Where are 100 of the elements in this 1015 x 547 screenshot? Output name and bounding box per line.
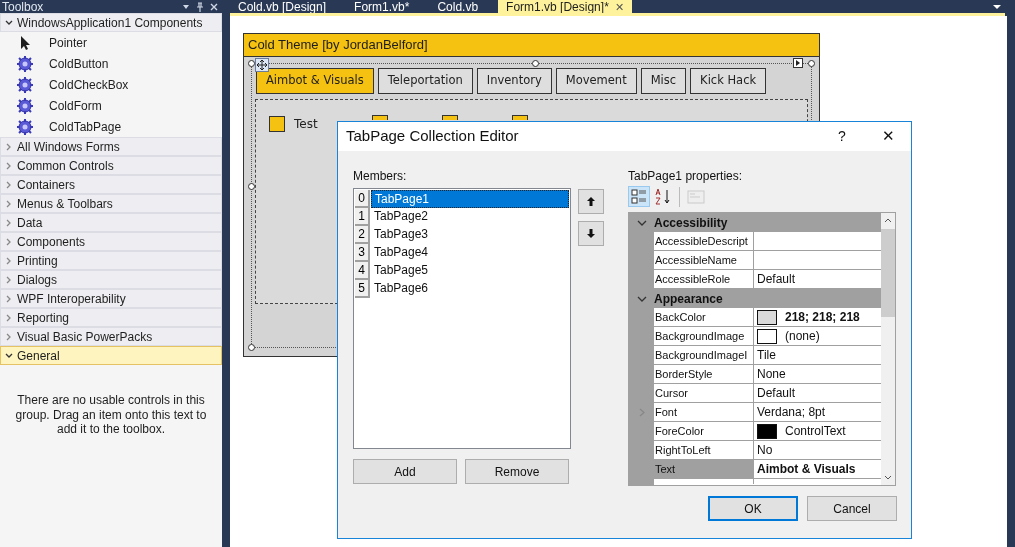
tab[interactable]: Aimbot & Visuals xyxy=(256,68,374,94)
resize-handle[interactable] xyxy=(532,60,539,67)
field-label: Members: xyxy=(353,168,408,185)
move-handle-icon[interactable] xyxy=(255,58,269,72)
checkbox[interactable] xyxy=(269,116,285,132)
list-item[interactable]: TabPage6 xyxy=(371,280,569,298)
property-value[interactable]: No xyxy=(757,441,773,459)
checkbox[interactable] xyxy=(371,115,388,120)
property-name[interactable]: RightToLeft xyxy=(654,441,754,459)
property-name[interactable]: Font xyxy=(654,403,754,421)
categorized-view-icon[interactable] xyxy=(628,186,650,207)
list-item[interactable]: TabPage4 xyxy=(371,244,569,262)
checkbox-label: Test xyxy=(294,116,318,133)
toolbox-group-header[interactable]: Reporting xyxy=(0,308,222,327)
scrollbar[interactable] xyxy=(881,213,895,485)
property-name[interactable]: BorderStyle xyxy=(654,365,754,383)
ok-button[interactable]: OK xyxy=(708,496,798,521)
dropdown-icon xyxy=(993,4,1001,10)
property-name[interactable]: Cursor xyxy=(654,384,754,402)
chevron-right-icon xyxy=(5,313,13,322)
list-item[interactable]: TabPage2 xyxy=(371,208,569,226)
toolbox-group-header[interactable]: Containers xyxy=(0,175,222,194)
toolbox-item[interactable]: ColdTabPage xyxy=(0,116,222,137)
document-tab[interactable]: Cold.vb xyxy=(429,0,487,13)
toolbox-group-header[interactable]: WPF Interoperability xyxy=(0,289,222,308)
property-grid[interactable] xyxy=(628,212,896,486)
close-button[interactable]: ✕ xyxy=(865,125,911,148)
chevron-right-icon xyxy=(5,275,13,284)
property-value[interactable]: None xyxy=(757,365,786,383)
form-title-bar: Cold Theme [by JordanBelford] xyxy=(244,34,819,57)
property-name[interactable]: BackgroundImageI xyxy=(654,346,754,364)
scrollbar-thumb[interactable] xyxy=(881,229,895,317)
close-button[interactable]: ✕ xyxy=(614,0,624,13)
property-value[interactable]: Default xyxy=(757,270,796,288)
toolbox-item[interactable]: ColdForm xyxy=(0,95,222,116)
list-item[interactable]: TabPage5 xyxy=(371,262,569,280)
property-value[interactable]: ControlText xyxy=(785,422,846,440)
remove-button[interactable]: Remove xyxy=(465,459,569,484)
toolbox-item[interactable]: Pointer xyxy=(0,32,222,53)
cancel-button[interactable]: Cancel xyxy=(807,496,897,521)
property-value[interactable]: Aimbot & Visuals xyxy=(757,460,856,478)
list-item[interactable]: TabPage3 xyxy=(371,226,569,244)
pin-icon xyxy=(196,1,204,12)
tab[interactable]: Kick Hack xyxy=(690,68,767,94)
property-value[interactable]: (none) xyxy=(785,327,820,345)
property-name[interactable]: ForeColor xyxy=(654,422,754,440)
help-button[interactable]: ? xyxy=(819,126,865,147)
dropdown-icon xyxy=(182,2,190,11)
property-value[interactable]: 218; 218; 218 xyxy=(785,308,860,326)
toolbox-group-header[interactable]: General xyxy=(0,346,222,365)
checkbox[interactable] xyxy=(511,115,528,120)
chevron-down-icon xyxy=(5,351,13,360)
checkbox[interactable] xyxy=(441,115,458,120)
list-item[interactable]: TabPage1 xyxy=(371,190,569,208)
document-tab[interactable]: Form1.vb* xyxy=(346,0,418,13)
document-tab[interactable]: Form1.vb [Design]* ✕ xyxy=(498,0,632,13)
resize-handle[interactable] xyxy=(248,344,255,351)
chevron-right-icon xyxy=(5,332,13,341)
chevron-right-icon xyxy=(5,294,13,303)
property-name[interactable]: AccessibleRole xyxy=(654,270,754,288)
toolbox-group-header[interactable]: Menus & Toolbars xyxy=(0,194,222,213)
gear-icon xyxy=(17,97,33,114)
toolbox-group-header[interactable]: Printing xyxy=(0,251,222,270)
resize-handle[interactable] xyxy=(808,60,815,67)
tab[interactable]: Misc xyxy=(640,68,687,94)
chevron-right-icon xyxy=(5,161,13,170)
panel-title: Toolbox xyxy=(2,0,44,13)
chevron-right-icon xyxy=(5,199,13,208)
property-name[interactable]: BackgroundImage xyxy=(654,327,754,345)
empty-group-message: There are no usable controls in this group. Drag an item onto this text to add it to the toolbox. xyxy=(14,392,208,437)
tab[interactable]: Movement xyxy=(555,68,637,94)
property-value[interactable]: Verdana; 8pt xyxy=(757,403,826,421)
close-icon xyxy=(210,2,218,11)
toolbox-group-header[interactable]: Dialogs xyxy=(0,270,222,289)
toolbox-group-header[interactable]: Data xyxy=(0,213,222,232)
toolbox-group-header[interactable]: WindowsApplication1 Components xyxy=(0,13,222,32)
toolbox-group-header[interactable]: Components xyxy=(0,232,222,251)
property-value[interactable]: Tile xyxy=(757,346,776,364)
property-value[interactable]: Default xyxy=(757,384,796,402)
category-header: Appearance xyxy=(654,290,723,308)
toolbox-group-header[interactable]: Common Controls xyxy=(0,156,222,175)
toolbox-group-header[interactable]: Visual Basic PowerPacks xyxy=(0,327,222,346)
property-name[interactable]: BackColor xyxy=(654,308,754,326)
toolbox-item[interactable]: ColdCheckBox xyxy=(0,74,222,95)
row-index: 0 xyxy=(355,190,370,208)
row-index: 1 xyxy=(355,208,370,226)
tab[interactable]: Teleportation xyxy=(377,68,473,94)
smart-tag-icon[interactable] xyxy=(793,58,803,68)
document-tab[interactable]: Cold.vb [Design] xyxy=(230,0,335,13)
property-name[interactable]: AccessibleDescript xyxy=(654,232,754,250)
gear-icon xyxy=(17,55,33,72)
members-list[interactable]: 0 TabPage1 1 TabPage2 2 TabPage3 3 TabPage4 4 TabPage5 5 TabPage6 xyxy=(353,188,571,449)
row-index: 4 xyxy=(355,262,370,280)
add-button[interactable]: Add xyxy=(353,459,457,484)
property-name[interactable]: AccessibleName xyxy=(654,251,754,269)
toolbox-group-header[interactable]: All Windows Forms xyxy=(0,137,222,156)
toolbox-item[interactable]: ColdButton xyxy=(0,53,222,74)
property-name[interactable]: Text xyxy=(654,460,754,478)
chevron-down-icon xyxy=(5,18,13,27)
tab[interactable]: Inventory xyxy=(476,68,552,94)
